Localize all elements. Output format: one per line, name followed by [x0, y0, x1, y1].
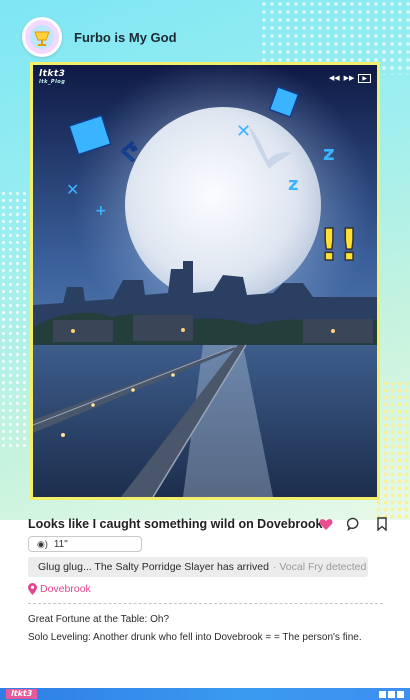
comment-button[interactable]	[346, 516, 362, 532]
svg-text:+: +	[95, 203, 107, 219]
media-overlay: ltkt3 ltk_Plog ◀◀ ▶▶ ▶	[33, 65, 377, 91]
channel-name[interactable]: Furbo is My God	[74, 30, 177, 45]
post-header: Furbo is My God	[22, 16, 177, 58]
voice-message[interactable]: ◉) 11"	[28, 536, 142, 552]
voice-duration: 11"	[53, 538, 68, 550]
player-controls: ◀◀ ▶▶ ▶	[329, 73, 371, 83]
svg-text:z: z	[323, 141, 335, 165]
svg-text:!!: !!	[319, 220, 359, 271]
reply-line: Solo Leveling: Another drunk who fell in…	[28, 632, 362, 643]
footer-logo: ltkt3	[6, 689, 38, 699]
svg-text:✕: ✕	[66, 180, 79, 199]
drink-glass-icon	[30, 25, 54, 49]
rewind-icon[interactable]: ◀◀	[329, 74, 340, 82]
play-icon[interactable]: ▶	[358, 73, 371, 83]
divider	[28, 603, 383, 604]
decorative-dots	[0, 190, 28, 450]
svg-text:ぐ: ぐ	[118, 141, 140, 166]
bookmark-button[interactable]	[374, 516, 390, 532]
like-button[interactable]	[318, 516, 334, 532]
indicator-box	[397, 690, 404, 698]
heart-icon	[319, 518, 333, 530]
post-title: Looks like I caught something wild on Do…	[28, 517, 323, 531]
post-actions	[318, 516, 390, 532]
decorative-dots	[375, 380, 410, 520]
reply-line: Great Fortune at the Table: Oh?	[28, 614, 170, 625]
indicator-box	[379, 690, 386, 698]
indicator-box	[388, 690, 395, 698]
footer-indicators	[379, 690, 404, 698]
night-moon-scene: ぐ ✕ ✕ + z z !!	[33, 65, 377, 497]
fast-forward-icon[interactable]: ▶▶	[344, 74, 355, 82]
bottom-bar: ltkt3	[0, 688, 410, 700]
location-label: Dovebrook	[40, 583, 91, 595]
svg-text:✕: ✕	[236, 121, 251, 142]
sound-wave-icon: ◉)	[37, 538, 48, 549]
svg-text:z: z	[288, 174, 298, 195]
comment-icon	[347, 517, 359, 531]
location-tag[interactable]: Dovebrook	[28, 583, 91, 595]
comment-preview[interactable]: Glug glug... The Salty Porridge Slayer h…	[28, 557, 368, 577]
comment-tag: · Vocal Fry detected	[272, 561, 367, 573]
comment-text: Glug glug... The Salty Porridge Slayer h…	[38, 561, 269, 573]
bookmark-icon	[377, 517, 387, 531]
brand-logo: ltkt3 ltk_Plog	[39, 69, 66, 86]
post-image[interactable]: ぐ ✕ ✕ + z z !! ltkt3 ltk_Plog ◀◀ ▶▶ ▶	[30, 62, 380, 500]
location-pin-icon	[28, 583, 37, 595]
avatar[interactable]	[22, 17, 62, 57]
